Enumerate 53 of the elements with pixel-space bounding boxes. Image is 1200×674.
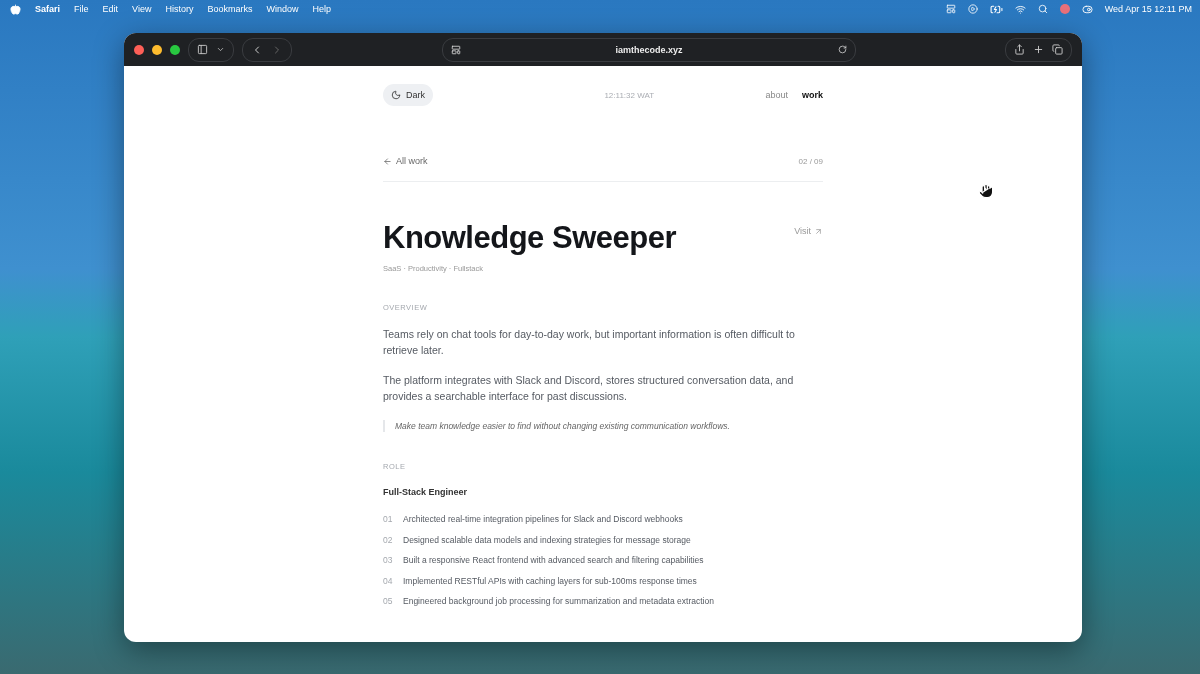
list-item-text: Architected real-time integration pipelines for Slack and Discord webhooks (403, 513, 683, 526)
address-bar[interactable]: iamthecode.xyz (441, 37, 856, 62)
menu-item[interactable]: File (74, 4, 89, 14)
minimize-button[interactable] (152, 44, 162, 55)
dark-mode-toggle[interactable]: Dark (383, 84, 433, 106)
control-center-icon[interactable] (1081, 3, 1093, 15)
list-number: 03 (383, 554, 393, 567)
close-button[interactable] (134, 44, 144, 55)
menu-item[interactable]: Help (312, 4, 331, 14)
list-number: 05 (383, 595, 393, 608)
arrow-left-icon (383, 156, 392, 166)
list-item-text: Implemented RESTful APIs with caching layers for sub-100ms response times (403, 574, 697, 587)
sidebar-button[interactable] (188, 37, 234, 62)
overview-paragraph: Teams rely on chat tools for day-to-day work, but important information is often difficult to retrieve later. (383, 327, 796, 358)
list-number: 04 (383, 574, 393, 587)
quote-text: Make team knowledge easier to find without changing existing communication workflows. (383, 420, 823, 432)
moon-icon (391, 90, 401, 100)
menu-item[interactable]: Edit (102, 4, 119, 14)
list-item-text: Designed scalable data models and indexing strategies for message storage (403, 533, 691, 546)
tabs-icon[interactable] (1052, 44, 1063, 55)
arrow-up-right-icon (814, 226, 823, 236)
wifi-icon[interactable] (1014, 3, 1026, 15)
url-text[interactable]: iamthecode.xyz (460, 44, 838, 55)
nav-link[interactable]: about (765, 90, 788, 100)
list-number: 02 (383, 533, 393, 546)
clock-text: 12:11:32 WAT (604, 90, 655, 100)
role-title: Full-Stack Engineer (383, 487, 469, 497)
list-item-text: Engineered background job processing for summarization and metadata extraction (403, 595, 714, 608)
menu-item[interactable]: Window (266, 4, 299, 14)
overview-paragraph: The platform integrates with Slack and Discord, stores structured conversation data, and provides a searchable interface for past discussions. (383, 373, 795, 404)
plus-icon[interactable] (1033, 44, 1044, 55)
visit-link[interactable]: Visit (794, 226, 823, 236)
project-counter: 02 / 09 (798, 156, 823, 166)
back-link[interactable]: All work (383, 156, 428, 166)
share-icon[interactable] (1014, 44, 1025, 55)
list-number: 01 (383, 513, 393, 526)
menu-item[interactable]: View (132, 4, 152, 14)
project-title: Knowledge Sweeper (383, 220, 676, 256)
menu-item[interactable]: Safari (35, 4, 60, 14)
chevron-down-icon[interactable] (216, 45, 225, 54)
menu-item[interactable]: History (165, 4, 194, 14)
sidebar-icon[interactable] (197, 44, 208, 55)
play-icon[interactable] (967, 4, 978, 14)
reload-icon[interactable] (837, 45, 847, 54)
nav-link[interactable]: work (802, 90, 823, 100)
toolbar-actions[interactable] (1005, 37, 1072, 62)
menu-bar-clock[interactable]: Wed Apr 15 12:11 PM (1104, 4, 1192, 14)
hand-cursor-icon (978, 183, 994, 201)
menu-item[interactable]: Bookmarks (207, 4, 253, 14)
list-item-text: Built a responsive React frontend with advanced search and filtering capabilities (403, 554, 704, 567)
search-icon[interactable] (1037, 4, 1048, 14)
apple-logo-icon[interactable] (10, 3, 21, 15)
zoom-button[interactable] (170, 44, 180, 55)
